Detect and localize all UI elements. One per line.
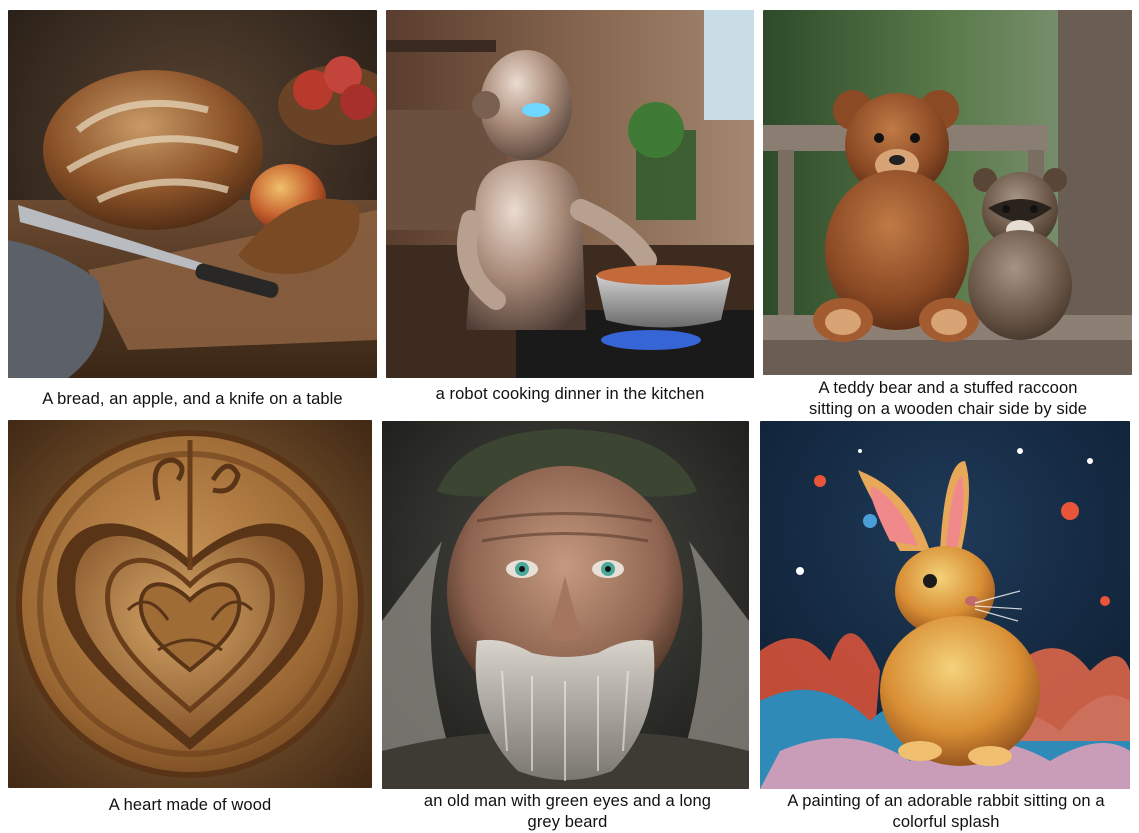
caption-panel-6: A painting of an adorable rabbit sitting… [787, 792, 1105, 831]
photo-bread-apple-knife [8, 10, 377, 378]
painting-rabbit-colorful-splash [760, 421, 1130, 789]
photo-old-man-green-eyes [382, 421, 749, 789]
caption-panel-5: an old man with green eyes and a long gr… [423, 792, 712, 831]
caption-panel-3: A teddy bear and a stuffed raccoon sitti… [808, 379, 1088, 418]
photo-teddy-bear-raccoon [763, 10, 1132, 375]
image-grid: A bread, an apple, and a knife on a tabl… [0, 0, 1139, 831]
caption-panel-2: a robot cooking dinner in the kitchen [435, 385, 705, 403]
photo-robot-cooking [386, 10, 754, 378]
caption-panel-4: A heart made of wood [108, 796, 272, 814]
caption-panel-1: A bread, an apple, and a knife on a tabl… [42, 390, 343, 408]
photo-wooden-heart [8, 420, 372, 788]
